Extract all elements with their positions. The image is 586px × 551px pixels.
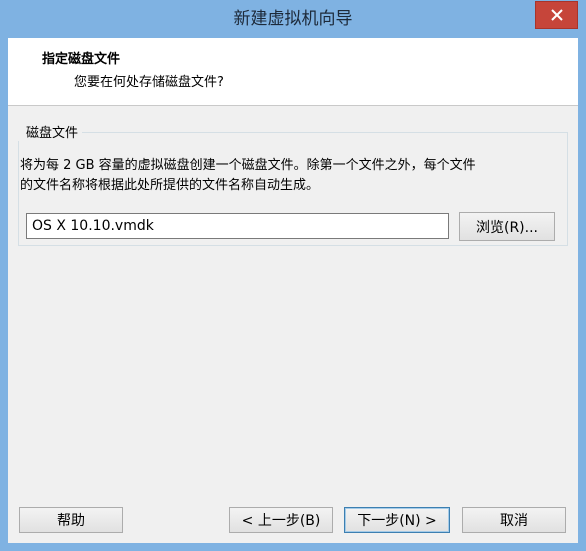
back-button[interactable]: < 上一步(B) [229,507,333,533]
window-title: 新建虚拟机向导 [233,9,353,29]
dialog-body: 指定磁盘文件 您要在何处存储磁盘文件? 磁盘文件 将为每 2 GB 容量的虚拟磁… [8,38,578,543]
cancel-button[interactable]: 取消 [462,507,566,533]
disk-file-description: 将为每 2 GB 容量的虚拟磁盘创建一个磁盘文件。除第一个文件之外，每个文件 的… [20,158,476,193]
next-button[interactable]: 下一步(N) > [344,507,450,533]
page-title: 指定磁盘文件 [42,52,121,67]
disk-file-name-input[interactable] [26,213,449,239]
wizard-window: 新建虚拟机向导 指定磁盘文件 您要在何处存储磁盘文件? 磁盘文件 将为每 2 G… [0,0,586,551]
title-bar[interactable]: 新建虚拟机向导 [0,0,586,38]
help-button[interactable]: 帮助 [19,507,123,533]
page-subtitle: 您要在何处存储磁盘文件? [74,75,224,90]
close-icon [550,9,563,21]
disk-file-group-label: 磁盘文件 [18,122,83,141]
wizard-header: 指定磁盘文件 您要在何处存储磁盘文件? [8,38,578,106]
close-button[interactable] [535,1,578,29]
browse-button[interactable]: 浏览(R)... [459,212,555,241]
